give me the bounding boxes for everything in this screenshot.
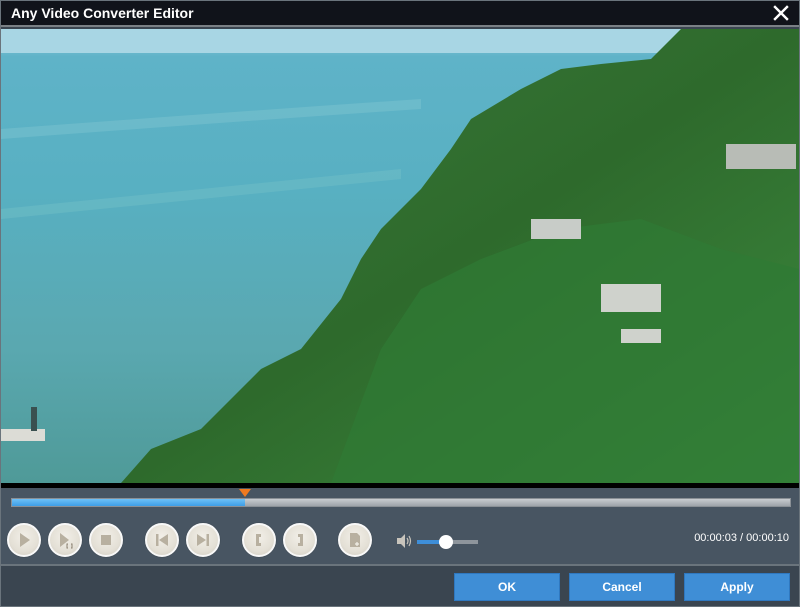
apply-button[interactable]: Apply xyxy=(684,573,790,601)
bracket-right-icon xyxy=(298,534,303,546)
skip-forward-icon xyxy=(197,534,209,546)
stop-button[interactable] xyxy=(89,523,123,557)
stop-icon xyxy=(101,535,111,545)
play-icon xyxy=(20,533,30,547)
cancel-button[interactable]: Cancel xyxy=(569,573,675,601)
window-title: Any Video Converter Editor xyxy=(11,5,194,21)
play-segment-icon xyxy=(60,533,73,549)
player-controls: 00:00:03 / 00:00:10 xyxy=(1,488,799,564)
dialog-footer: OK Cancel Apply xyxy=(1,564,799,606)
previous-frame-button[interactable] xyxy=(145,523,179,557)
set-end-button[interactable] xyxy=(283,523,317,557)
title-bar: Any Video Converter Editor xyxy=(1,1,799,27)
speaker-icon[interactable] xyxy=(395,532,413,550)
next-frame-button[interactable] xyxy=(186,523,220,557)
close-x-icon xyxy=(773,5,789,21)
set-start-button[interactable] xyxy=(242,523,276,557)
play-button[interactable] xyxy=(7,523,41,557)
bracket-left-icon xyxy=(256,534,261,546)
skip-back-icon xyxy=(156,534,168,546)
volume-knob[interactable] xyxy=(439,535,454,549)
timeline-progress xyxy=(12,499,246,506)
timeline-slider[interactable] xyxy=(11,498,791,507)
close-button[interactable] xyxy=(771,3,791,23)
volume-slider[interactable] xyxy=(417,535,478,549)
video-preview[interactable] xyxy=(1,29,799,483)
ok-button[interactable]: OK xyxy=(454,573,560,601)
add-segment-button[interactable] xyxy=(338,523,372,557)
add-clip-icon xyxy=(350,533,360,547)
playhead-marker[interactable] xyxy=(239,489,251,497)
play-segment-button[interactable] xyxy=(48,523,82,557)
video-frame xyxy=(1,29,799,483)
time-display: 00:00:03 / 00:00:10 xyxy=(694,532,789,544)
editor-window: Any Video Converter Editor 00:00:03 / 00… xyxy=(0,0,800,607)
